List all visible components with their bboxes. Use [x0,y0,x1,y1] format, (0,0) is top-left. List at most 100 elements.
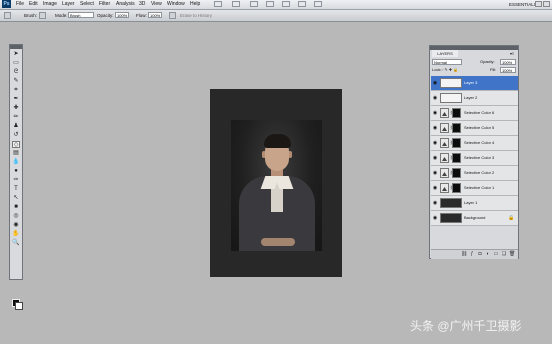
layer-name: Selective Color 1 [464,185,495,190]
group-folder-icon[interactable]: ▭ [493,251,499,257]
menu-select[interactable]: Select [80,0,94,9]
layer-name: Background [464,215,486,220]
adjustment-icon [440,183,449,193]
visibility-eye-icon[interactable]: ◉ [432,80,438,86]
blend-mode-select[interactable]: Normal [432,59,462,65]
pen-tool-icon[interactable]: ✑ [12,177,20,184]
layer-opacity-field[interactable]: 100% [500,59,516,65]
history-brush-tool-icon[interactable]: ↺ [12,132,20,139]
lock-options-icon[interactable]: ▫✎✚🔒 [442,67,459,73]
3d-orbit-tool-icon[interactable]: ◉ [12,222,20,229]
link-layers-icon[interactable]: ⛓ [461,251,467,257]
eyedropper-tool-icon[interactable]: ✒ [12,96,20,103]
brush-tool-icon[interactable]: ✏ [12,114,20,121]
layer-row[interactable]: ◉ ⛓ Selective Color 2 [431,166,518,181]
bridge-button[interactable] [214,1,222,7]
menu-3d[interactable]: 3D [139,0,145,9]
layer-mask-thumbnail[interactable] [452,108,461,118]
visibility-eye-icon[interactable]: ◉ [432,140,438,146]
lasso-tool-icon[interactable]: ᘓ [12,69,20,76]
visibility-eye-icon[interactable]: ◉ [432,185,438,191]
healing-brush-tool-icon[interactable]: ✚ [12,105,20,112]
adjustment-layer-icon[interactable]: ◐ [485,251,491,257]
brush-picker[interactable] [39,12,46,19]
flow-field[interactable]: 100% [148,12,162,18]
layer-name: Selective Color 4 [464,140,495,145]
layer-mask-thumbnail[interactable] [452,168,461,178]
menu-analysis[interactable]: Analysis [116,0,135,9]
menu-filter[interactable]: Filter [99,0,110,9]
move-tool-icon[interactable]: ➤ [12,51,20,58]
tab-layers[interactable]: LAYERS [432,50,458,57]
dodge-tool-icon[interactable]: ● [12,168,20,175]
airbrush-icon[interactable] [169,12,176,19]
photoshop-logo-icon[interactable]: Ps [2,0,11,8]
brush-preset-icon[interactable] [4,12,11,19]
3d-rotate-tool-icon[interactable]: ◎ [12,213,20,220]
gradient-tool-icon[interactable]: ▤ [12,150,20,157]
zoom-tool-icon[interactable]: 🔍 [12,240,20,247]
type-tool-icon[interactable]: T [12,186,20,193]
layer-row[interactable]: ◉ ⛓ Selective Color 5 [431,121,518,136]
layer-row[interactable]: ◉ Layer 1 [431,196,518,211]
blur-tool-icon[interactable]: 💧 [12,159,20,166]
minibridge-button[interactable] [232,1,240,7]
crop-tool-icon[interactable]: ⌗ [12,87,20,94]
visibility-eye-icon[interactable]: ◉ [432,215,438,221]
menu-image[interactable]: Image [43,0,57,9]
minimize-button[interactable] [535,1,542,7]
layer-row[interactable]: ◉ Layer 2 [431,91,518,106]
layer-name: Layer 2 [464,95,478,100]
visibility-eye-icon[interactable]: ◉ [432,95,438,101]
eraser-tool-icon[interactable]: ◇ [12,141,20,148]
marquee-tool-icon[interactable]: ▭ [12,60,20,67]
add-mask-icon[interactable]: ◘ [477,251,483,257]
menu-window[interactable]: Window [167,0,185,9]
layer-row[interactable]: ◉ ⛓ Selective Color 6 [431,106,518,121]
trash-icon[interactable]: 🗑 [509,251,515,257]
shape-tool-icon[interactable]: ■ [12,204,20,211]
layer-mask-thumbnail[interactable] [452,138,461,148]
view-extras-button[interactable] [250,1,258,7]
quick-selection-tool-icon[interactable]: ✎ [12,78,20,85]
opacity-field[interactable]: 100% [115,12,129,18]
layer-mask-thumbnail[interactable] [452,183,461,193]
layer-row[interactable]: ◉ Background 🔒 [431,211,518,226]
menu-file[interactable]: File [16,0,24,9]
layer-row[interactable]: ◉ ⛓ Selective Color 1 [431,181,518,196]
layer-row[interactable]: ◉ ⛓ Selective Color 4 [431,136,518,151]
fill-label: Fill: [490,67,497,72]
hand-tool-icon[interactable]: ✋ [12,231,20,238]
layer-row[interactable]: ◉ Layer 3 [431,76,518,91]
layer-row[interactable]: ◉ ⛓ Selective Color 3 [431,151,518,166]
zoom-level-button[interactable] [282,1,290,7]
layer-name: Selective Color 5 [464,125,495,130]
mode-select[interactable]: Brush [68,12,94,18]
layer-mask-thumbnail[interactable] [452,123,461,133]
toolbox-grip[interactable] [10,45,22,49]
watermark-text: 头条 @广州千卫摄影 [410,319,522,333]
visibility-eye-icon[interactable]: ◉ [432,125,438,131]
screen-mode-button[interactable] [314,1,322,7]
layer-mask-thumbnail[interactable] [452,153,461,163]
close-button[interactable] [543,1,550,7]
panel-menu-icon[interactable]: ▾≡ [510,51,514,56]
arrange-documents-button[interactable] [298,1,306,7]
visibility-eye-icon[interactable]: ◉ [432,155,438,161]
clone-stamp-tool-icon[interactable]: ♟ [12,123,20,130]
visibility-eye-icon[interactable]: ◉ [432,170,438,176]
layer-style-icon[interactable]: ƒ [469,251,475,257]
menu-layer[interactable]: Layer [62,0,75,9]
new-layer-icon[interactable]: ❏ [501,251,507,257]
adjustment-icon [440,153,449,163]
menu-edit[interactable]: Edit [29,0,38,9]
visibility-eye-icon[interactable]: ◉ [432,110,438,116]
background-color-swatch[interactable] [15,302,23,310]
hand-tool-button[interactable] [266,1,274,7]
menu-view[interactable]: View [151,0,162,9]
path-selection-tool-icon[interactable]: ↖ [12,195,20,202]
visibility-eye-icon[interactable]: ◉ [432,200,438,206]
fill-field[interactable]: 100% [500,67,516,73]
menu-help[interactable]: Help [190,0,200,9]
erase-to-history-checkbox[interactable]: Erase to History [180,11,212,21]
